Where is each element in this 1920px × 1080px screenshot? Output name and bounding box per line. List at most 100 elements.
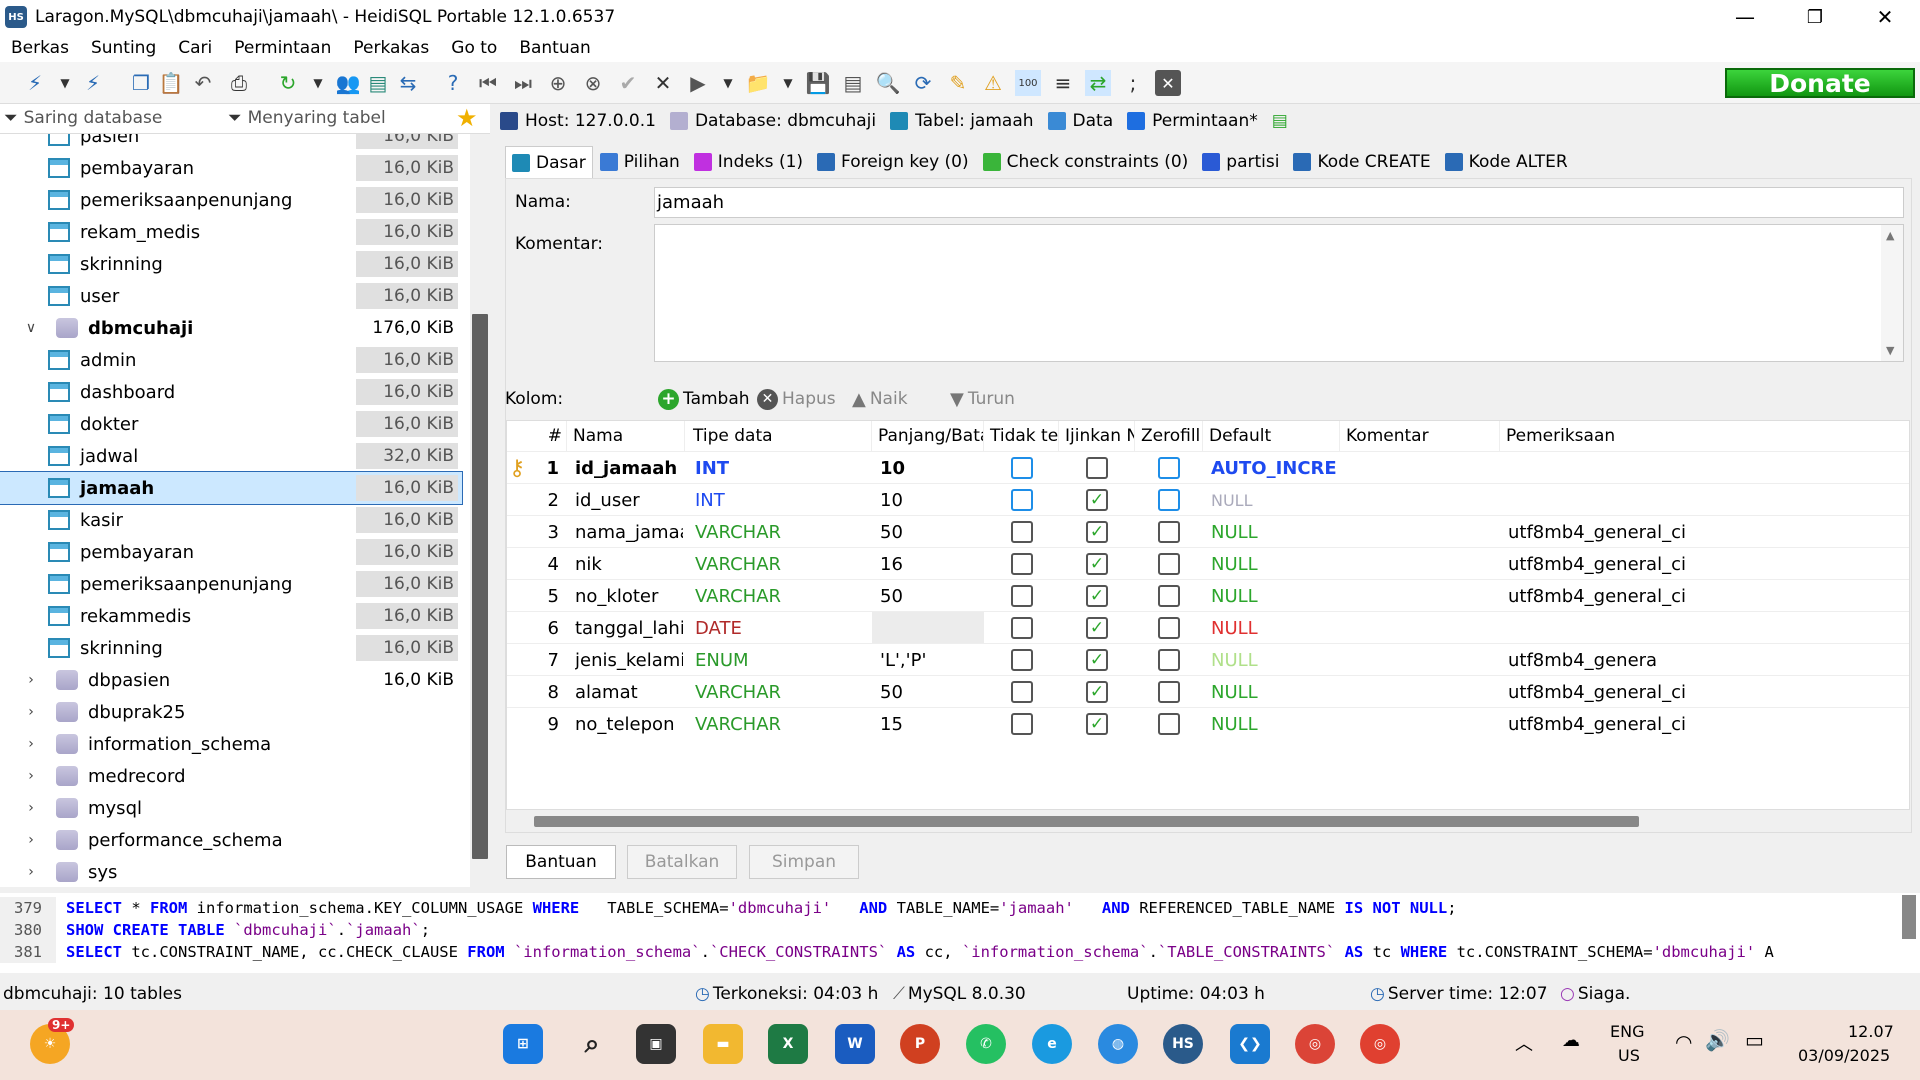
chevron-right-icon[interactable]: ›: [22, 800, 40, 816]
row-number[interactable]: 1: [507, 452, 563, 484]
unchecked-checkbox[interactable]: [1010, 553, 1033, 575]
tree-item-medrecord[interactable]: › medrecord: [0, 760, 462, 792]
language-top[interactable]: ENG: [1610, 1022, 1644, 1041]
column-header[interactable]: Tidak te...: [984, 421, 1059, 451]
collation-cell[interactable]: utf8mb4_general_ci: [1508, 676, 1909, 708]
data-type-cell[interactable]: VARCHAR: [695, 548, 870, 580]
unsigned-cell[interactable]: [984, 452, 1059, 484]
allownull-cell[interactable]: ✓: [1059, 644, 1135, 676]
row-number[interactable]: 5: [507, 580, 563, 612]
sql-log[interactable]: 379 SELECT * FROM information_schema.KEY_…: [0, 893, 1920, 973]
new-tab-icon[interactable]: ▤: [1272, 111, 1288, 131]
cancel-button[interactable]: Batalkan: [627, 845, 737, 879]
default-cell[interactable]: NULL: [1211, 516, 1338, 548]
move-up-button[interactable]: ▲ Naik: [852, 389, 908, 410]
chevron-right-icon[interactable]: ›: [22, 768, 40, 784]
column-header[interactable]: Zerofill: [1135, 421, 1203, 451]
length-cell[interactable]: [872, 612, 984, 644]
tree-item-pemeriksaanpenunjang[interactable]: pemeriksaanpenunjang 16,0 KiB: [0, 184, 462, 216]
chevron-right-icon[interactable]: ›: [22, 832, 40, 848]
unchecked-checkbox[interactable]: [1158, 457, 1180, 479]
default-cell[interactable]: NULL: [1211, 548, 1338, 580]
tree-item-dashboard[interactable]: dashboard 16,0 KiB: [0, 376, 462, 408]
post-icon[interactable]: ✔: [615, 70, 641, 96]
column-name-cell[interactable]: no_telepon: [575, 708, 683, 740]
tree-item-information_schema[interactable]: › information_schema: [0, 728, 462, 760]
print-icon[interactable]: ⎙: [226, 70, 252, 96]
column-header[interactable]: Tipe data: [687, 421, 872, 451]
warning-icon[interactable]: ⚠: [980, 70, 1006, 96]
length-cell[interactable]: 50: [880, 676, 982, 708]
default-cell[interactable]: NULL: [1211, 644, 1338, 676]
data-type-cell[interactable]: VARCHAR: [695, 580, 870, 612]
zerofill-cell[interactable]: [1135, 612, 1203, 644]
chevron-right-icon[interactable]: ›: [22, 672, 40, 688]
checked-checkbox[interactable]: ✓: [1086, 617, 1108, 639]
language-bottom[interactable]: US: [1618, 1046, 1640, 1065]
table-row[interactable]: 6 tanggal_lahir DATE ✓ NULL: [507, 611, 1909, 644]
zerofill-cell[interactable]: [1135, 548, 1203, 580]
table-filter-input[interactable]: Menyaring tabel: [248, 108, 386, 128]
allownull-cell[interactable]: ✓: [1059, 676, 1135, 708]
network-app-icon[interactable]: ◍: [1098, 1024, 1138, 1064]
volume-icon[interactable]: 🔊: [1705, 1028, 1730, 1052]
delete-row-icon[interactable]: ⊗: [580, 70, 606, 96]
table-row[interactable]: ⚷1id_jamaahINT10AUTO_INCREM...: [507, 451, 1909, 484]
table-row[interactable]: 9 no_telepon VARCHAR 15 ✓ NULL utf8mb4_general…: [507, 707, 1909, 740]
tree-item-jadwal[interactable]: jadwal 32,0 KiB: [0, 440, 462, 472]
tree-item-pasien[interactable]: pasien 16,0 KiB: [0, 134, 462, 152]
menu-go-to[interactable]: Go to: [440, 38, 508, 58]
dropdown-arrow-icon[interactable]: ▼: [775, 70, 801, 96]
chrome-profile-icon[interactable]: ◎: [1360, 1024, 1400, 1064]
unsigned-cell[interactable]: [984, 548, 1059, 580]
cloud-icon[interactable]: ☁: [1562, 1030, 1580, 1051]
tree-item-skrinning[interactable]: skrinning 16,0 KiB: [0, 248, 462, 280]
tab-foreign-key-[interactable]: Foreign key (0): [810, 146, 976, 178]
clock-time[interactable]: 12.07: [1848, 1022, 1894, 1041]
save-button[interactable]: Simpan: [749, 845, 859, 879]
length-cell[interactable]: 50: [880, 516, 982, 548]
collation-cell[interactable]: [1508, 612, 1909, 644]
tree-item-dbmcuhaji[interactable]: ∨ dbmcuhaji 176,0 KiB: [0, 312, 462, 344]
zerofill-cell[interactable]: [1135, 516, 1203, 548]
tree-item-performance_schema[interactable]: › performance_schema: [0, 824, 462, 856]
length-cell[interactable]: 10: [880, 484, 982, 516]
restore-button[interactable]: ❐: [1780, 0, 1850, 34]
donate-button[interactable]: Donate: [1725, 68, 1915, 98]
checked-checkbox[interactable]: ✓: [1086, 553, 1108, 575]
length-cell[interactable]: 10: [880, 452, 982, 484]
replace-icon[interactable]: ⟳: [910, 70, 936, 96]
menu-perkakas[interactable]: Perkakas: [342, 38, 440, 58]
data-type-cell[interactable]: VARCHAR: [695, 676, 870, 708]
tree-item-jamaah[interactable]: jamaah 16,0 KiB: [0, 471, 463, 505]
checked-checkbox[interactable]: ✓: [1086, 713, 1108, 735]
allownull-cell[interactable]: ✓: [1059, 708, 1135, 740]
collation-cell[interactable]: utf8mb4_genera: [1508, 644, 1909, 676]
menu-permintaan[interactable]: Permintaan: [223, 38, 342, 58]
unchecked-checkbox[interactable]: [1158, 649, 1180, 671]
default-cell[interactable]: NULL: [1211, 676, 1338, 708]
collation-cell[interactable]: utf8mb4_general_ci: [1508, 548, 1909, 580]
tree-item-rekammedis[interactable]: rekammedis 16,0 KiB: [0, 600, 462, 632]
checked-checkbox[interactable]: ✓: [1086, 681, 1108, 703]
table-row[interactable]: 4 nik VARCHAR 16 ✓ NULL utf8mb4_general_ci: [507, 547, 1909, 580]
allownull-cell[interactable]: ✓: [1059, 612, 1135, 644]
length-cell[interactable]: 'L','P': [880, 644, 982, 676]
help-icon[interactable]: ?: [440, 70, 466, 96]
data-type-cell[interactable]: INT: [695, 484, 870, 516]
allownull-cell[interactable]: [1059, 452, 1135, 484]
tree-item-admin[interactable]: admin 16,0 KiB: [0, 344, 462, 376]
zerofill-cell[interactable]: [1135, 484, 1203, 516]
unsigned-cell[interactable]: [984, 612, 1059, 644]
dropdown-arrow-icon[interactable]: ▼: [52, 70, 78, 96]
tree-item-pemeriksaanpenunjang[interactable]: pemeriksaanpenunjang 16,0 KiB: [0, 568, 462, 600]
comment-cell[interactable]: [1348, 676, 1498, 708]
word-icon[interactable]: W: [835, 1024, 875, 1064]
unchecked-checkbox[interactable]: [1158, 617, 1180, 639]
paste-icon[interactable]: 📋: [158, 70, 184, 96]
tab-indeks-[interactable]: Indeks (1): [687, 146, 810, 178]
show-hidden-icons[interactable]: ︿: [1515, 1030, 1533, 1056]
column-header[interactable]: Nama: [567, 421, 685, 451]
data-type-cell[interactable]: VARCHAR: [695, 516, 870, 548]
info-4[interactable]: Permintaan*: [1127, 111, 1258, 131]
